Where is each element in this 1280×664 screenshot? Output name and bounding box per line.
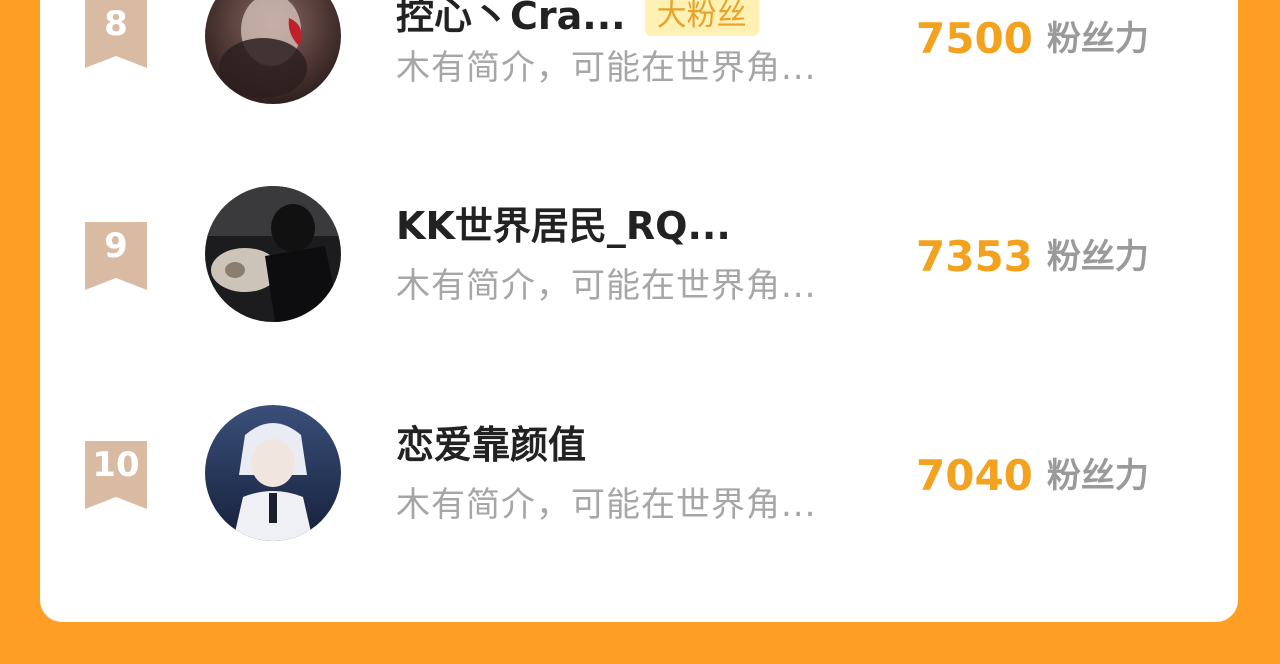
rank-number: 8 xyxy=(104,4,128,44)
fan-power-unit: 粉丝力 xyxy=(1046,18,1149,59)
rank-badge: 10 xyxy=(85,441,147,509)
score-line: 7353 粉丝力 xyxy=(916,228,1149,285)
name-line: 恋爱靠颜值 xyxy=(396,417,586,473)
ranking-row[interactable]: 9 KK世界居民_RQ... 木有简介，可能在世界角... 7353 粉丝力 xyxy=(0,186,1280,358)
fan-power-score: 7040 xyxy=(916,450,1033,500)
avatar[interactable] xyxy=(205,186,341,322)
user-name[interactable]: 控心丶Cra... xyxy=(396,0,626,44)
name-line: KK世界居民_RQ... xyxy=(396,198,731,254)
avatar[interactable] xyxy=(205,0,341,104)
score-line: 7040 粉丝力 xyxy=(916,447,1149,504)
user-name[interactable]: 恋爱靠颜值 xyxy=(396,417,586,473)
user-bio: 木有简介，可能在世界角... xyxy=(396,485,817,525)
rank-badge: 9 xyxy=(85,222,147,290)
score-line: 7500 粉丝力 xyxy=(916,10,1149,67)
rank-badge: 8 xyxy=(85,0,147,68)
user-bio: 木有简介，可能在世界角... xyxy=(396,266,817,306)
rank-number: 10 xyxy=(92,445,140,485)
avatar[interactable] xyxy=(205,405,341,541)
fan-power-unit: 粉丝力 xyxy=(1046,455,1149,496)
user-name[interactable]: KK世界居民_RQ... xyxy=(396,198,731,254)
ranking-row[interactable]: 8 控心丶Cra... 大粉丝 木有简介，可能在世界角... 7500 粉丝力 xyxy=(0,0,1280,140)
user-bio: 木有简介，可能在世界角... xyxy=(396,48,817,88)
fan-power-unit: 粉丝力 xyxy=(1046,236,1149,277)
name-line: 控心丶Cra... 大粉丝 xyxy=(396,0,759,44)
fan-power-score: 7353 xyxy=(916,231,1033,281)
fan-level-badge: 大粉丝 xyxy=(644,0,759,36)
fan-power-score: 7500 xyxy=(916,13,1033,63)
ranking-row[interactable]: 10 恋爱靠颜值 木有简介，可能在世界角... 7040 粉丝力 xyxy=(0,405,1280,577)
rank-number: 9 xyxy=(104,226,128,266)
